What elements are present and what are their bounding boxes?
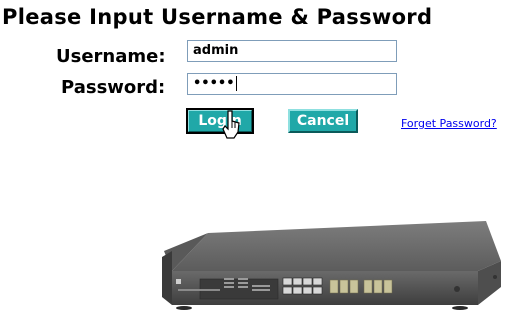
login-button[interactable]: Login	[186, 108, 254, 134]
page-title: Please Input Username & Password	[2, 5, 433, 29]
pointer-cursor-icon	[222, 110, 240, 139]
network-switch-image	[162, 221, 501, 310]
password-mask: •••••	[193, 76, 235, 91]
forget-password-link[interactable]: Forget Password?	[401, 117, 497, 130]
password-field[interactable]: •••••	[187, 73, 397, 95]
username-label: Username:	[56, 46, 166, 67]
password-label: Password:	[61, 77, 166, 98]
cancel-button[interactable]: Cancel	[288, 109, 358, 133]
username-field[interactable]: admin	[187, 40, 397, 62]
